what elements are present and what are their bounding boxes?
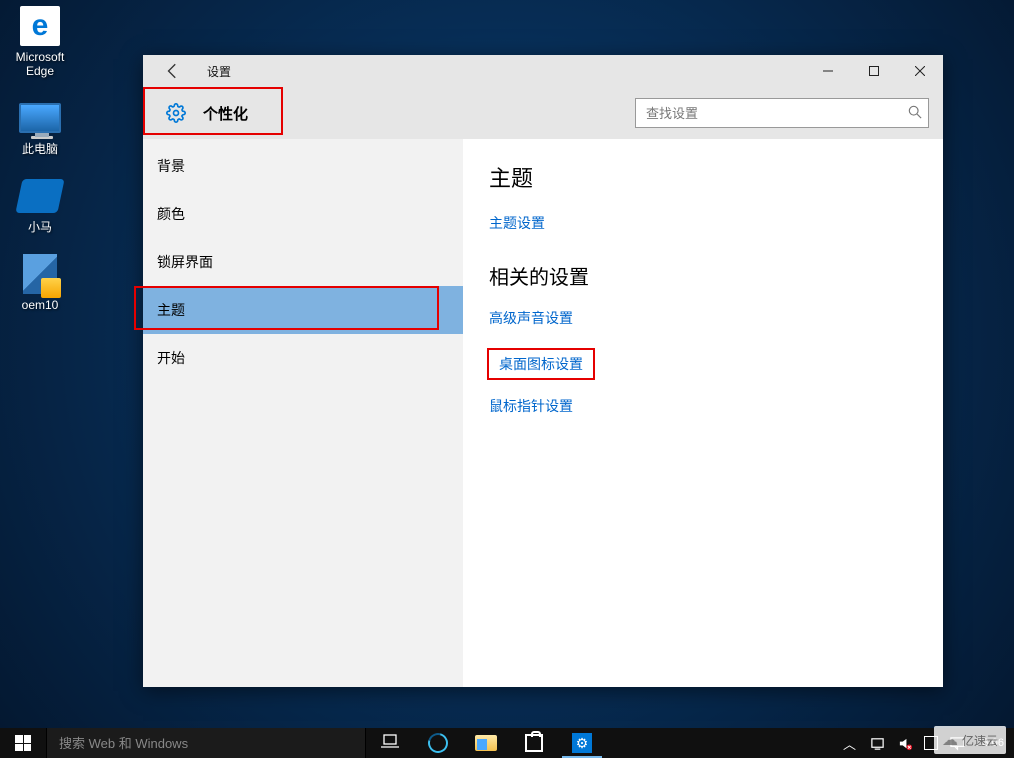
watermark: ☁ 亿速云 — [934, 726, 1006, 754]
desktop-icon-label: 小马 — [28, 220, 52, 234]
windows-icon — [15, 735, 31, 751]
app-icon — [18, 252, 62, 296]
task-view-button[interactable] — [366, 728, 414, 758]
link-desktop-icons[interactable]: 桌面图标设置 — [489, 350, 593, 378]
computer-icon — [18, 96, 62, 140]
taskbar-app-store[interactable] — [510, 728, 558, 758]
content-heading-themes: 主题 — [489, 161, 943, 193]
settings-category[interactable]: 个性化 — [153, 92, 260, 134]
settings-content: 主题 主题设置 相关的设置 高级声音设置 桌面图标设置 鼠标指针设置 — [463, 139, 943, 687]
edge-icon: e — [18, 4, 62, 48]
window-controls — [805, 55, 943, 87]
settings-search-input[interactable] — [646, 106, 908, 121]
close-button[interactable] — [897, 55, 943, 87]
content-heading-related: 相关的设置 — [489, 261, 943, 290]
settings-sidebar: 背景 颜色 锁屏界面 主题 开始 — [143, 139, 463, 687]
network-icon[interactable] — [868, 734, 886, 752]
sidebar-item-start[interactable]: 开始 — [143, 334, 463, 382]
taskbar-app-edge[interactable] — [414, 728, 462, 758]
taskbar-app-explorer[interactable] — [462, 728, 510, 758]
desktop-icon-label: 此电脑 — [22, 142, 58, 156]
sidebar-item-label: 开始 — [157, 348, 185, 368]
minimize-button[interactable] — [805, 55, 851, 87]
desktop-icon-xiaoma[interactable]: 小马 — [4, 174, 76, 234]
settings-body: 背景 颜色 锁屏界面 主题 开始 主题 主题设置 相关的设置 高级声音设置 桌面… — [143, 139, 943, 687]
app-icon — [18, 174, 62, 218]
folder-icon — [475, 735, 497, 751]
taskbar-app-settings[interactable]: ⚙ — [558, 728, 606, 758]
desktop-icon-oem10[interactable]: oem10 — [4, 252, 76, 312]
desktop-icons: e Microsoft Edge 此电脑 小马 oem10 — [4, 4, 76, 312]
link-mouse-pointer[interactable]: 鼠标指针设置 — [489, 396, 573, 416]
watermark-text: 亿速云 — [962, 732, 998, 749]
titlebar[interactable]: 设置 — [143, 55, 943, 87]
back-button[interactable] — [161, 59, 185, 83]
link-theme-settings[interactable]: 主题设置 — [489, 213, 545, 233]
taskbar: ⚙ ︿ 23:06 — [0, 728, 1014, 758]
settings-search[interactable] — [635, 98, 929, 128]
desktop-icon-edge[interactable]: e Microsoft Edge — [4, 4, 76, 78]
maximize-button[interactable] — [851, 55, 897, 87]
taskbar-search[interactable] — [46, 728, 366, 758]
store-icon — [525, 734, 543, 752]
settings-window: 设置 个性化 背景 颜色 — [143, 55, 943, 687]
desktop-icon-label: Microsoft Edge — [4, 50, 76, 78]
link-advanced-sound[interactable]: 高级声音设置 — [489, 308, 573, 328]
tray-chevron-up-icon[interactable]: ︿ — [840, 734, 858, 752]
sidebar-item-label: 颜色 — [157, 204, 185, 224]
desktop-icon-thispc[interactable]: 此电脑 — [4, 96, 76, 156]
window-title: 设置 — [207, 63, 231, 80]
task-view-icon — [381, 734, 399, 753]
sidebar-item-colors[interactable]: 颜色 — [143, 190, 463, 238]
sidebar-item-label: 背景 — [157, 156, 185, 176]
taskbar-search-input[interactable] — [59, 736, 365, 751]
settings-icon: ⚙ — [572, 733, 592, 753]
sidebar-item-background[interactable]: 背景 — [143, 142, 463, 190]
volume-icon[interactable] — [896, 734, 914, 752]
search-icon — [908, 105, 922, 122]
start-button[interactable] — [0, 728, 46, 758]
sidebar-item-lockscreen[interactable]: 锁屏界面 — [143, 238, 463, 286]
gear-icon — [165, 102, 187, 124]
cloud-icon: ☁ — [942, 730, 958, 750]
sidebar-item-label: 锁屏界面 — [157, 252, 213, 272]
settings-category-label: 个性化 — [203, 103, 248, 124]
edge-icon — [428, 733, 448, 753]
taskbar-apps: ⚙ — [366, 728, 606, 758]
sidebar-item-label: 主题 — [157, 300, 185, 320]
desktop-icon-label: oem10 — [22, 298, 59, 312]
settings-header: 个性化 — [143, 87, 943, 139]
sidebar-item-themes[interactable]: 主题 — [143, 286, 463, 334]
desktop: e Microsoft Edge 此电脑 小马 oem10 设置 — [0, 0, 1014, 758]
